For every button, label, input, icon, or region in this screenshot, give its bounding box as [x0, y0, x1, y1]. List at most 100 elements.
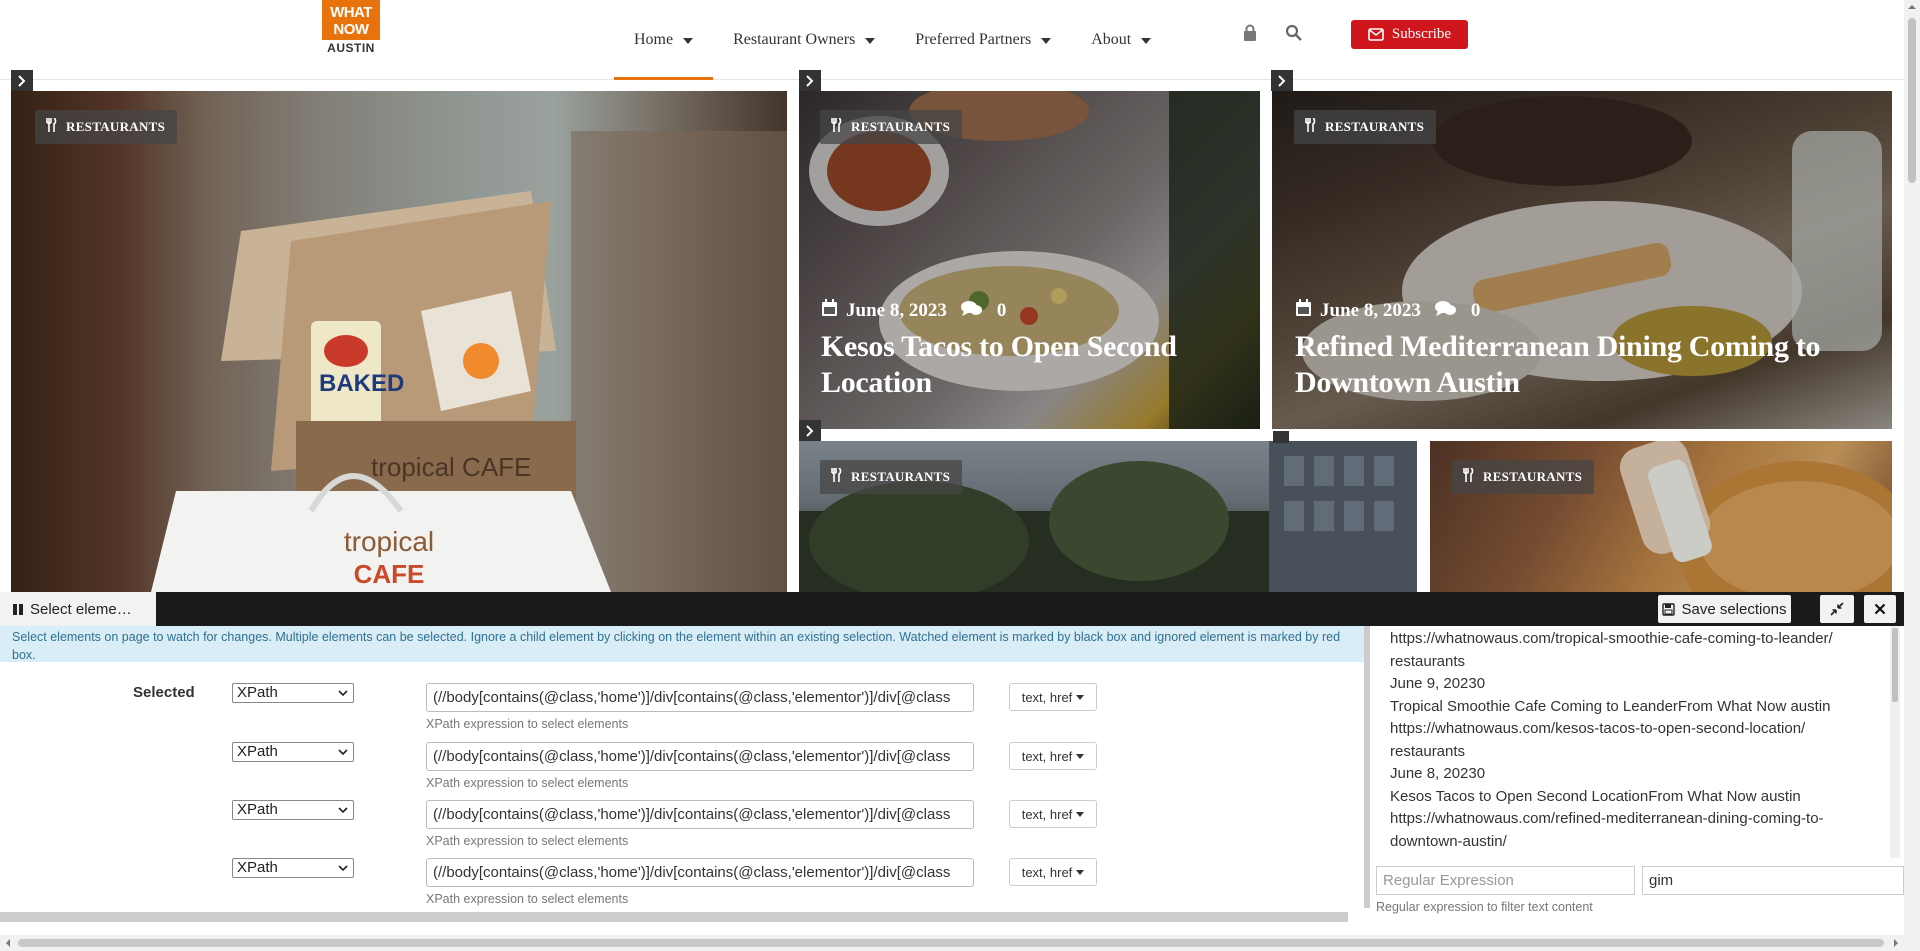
utensils-icon	[830, 467, 842, 486]
result-line: restaurants	[1390, 742, 1466, 760]
comment-count[interactable]: 0	[1471, 300, 1481, 322]
category-badge[interactable]: RESTAURANTS	[820, 110, 963, 144]
post-meta: June 8, 2023 0	[821, 299, 1006, 323]
selector-type-value: XPath	[237, 684, 278, 701]
article-card[interactable]: RESTAURANTS June 8, 2023 0 Refined Medit…	[1272, 91, 1892, 429]
category-badge[interactable]: RESTAURANTS	[1294, 110, 1437, 144]
category-label: RESTAURANTS	[1325, 119, 1425, 134]
logo-word-austin: AUSTIN	[327, 41, 375, 55]
card-image: BAKED tropical CAFE tropical CAFE	[11, 91, 787, 592]
selector-type-select[interactable]: XPath	[232, 683, 354, 703]
chevron-right-icon[interactable]	[1271, 70, 1293, 91]
search-icon[interactable]	[1285, 24, 1303, 44]
selector-type-value: XPath	[237, 743, 278, 760]
main-nav: Home Restaurant Owners Preferred Partner…	[614, 0, 1171, 80]
selector-type-select[interactable]: XPath	[232, 800, 354, 820]
xpath-input[interactable]: (//body[contains(@class,'home')]/div[con…	[426, 742, 974, 771]
chevron-right-icon[interactable]	[799, 420, 821, 441]
collapse-button[interactable]	[1820, 595, 1854, 623]
comments-icon	[960, 300, 983, 323]
nav-item-preferred-partners[interactable]: Preferred Partners	[895, 0, 1071, 80]
selector-type-select[interactable]: XPath	[232, 858, 354, 878]
close-icon	[1874, 603, 1886, 615]
caret-down-icon	[865, 38, 876, 44]
utensils-icon	[45, 117, 57, 136]
lock-icon[interactable]	[1243, 24, 1261, 44]
panel-horizontal-scrollbar[interactable]	[0, 912, 1348, 922]
article-card[interactable]: BAKED tropical CAFE tropical CAFE RESTAU…	[11, 91, 787, 592]
comments-icon	[1434, 300, 1457, 323]
scroll-right-arrow-icon[interactable]	[1890, 937, 1902, 949]
caret-down-icon	[1041, 38, 1052, 44]
comment-count[interactable]: 0	[997, 300, 1007, 322]
nav-item-restaurant-owners[interactable]: Restaurant Owners	[713, 0, 895, 80]
utensils-icon	[1304, 117, 1316, 136]
scroll-thumb[interactable]	[1892, 628, 1898, 702]
attributes-label: text, href	[1021, 864, 1073, 880]
category-label: RESTAURANTS	[851, 119, 951, 134]
caret-down-icon	[1076, 869, 1085, 875]
chevron-right-icon[interactable]	[799, 70, 821, 91]
nav-label: Restaurant Owners	[733, 31, 856, 48]
result-line: https://whatnowaus.com/kesos-tacos-to-op…	[1390, 720, 1806, 737]
xpath-help-text: XPath expression to select elements	[426, 834, 629, 848]
site-header: WHAT NOW AUSTIN Home Restaurant Owners P…	[0, 0, 1904, 80]
attributes-dropdown[interactable]: text, href	[1009, 742, 1097, 770]
compress-icon	[1830, 602, 1844, 616]
post-date[interactable]: June 8, 2023	[846, 300, 947, 322]
page-vertical-scrollbar[interactable]	[1904, 0, 1920, 935]
scroll-thumb[interactable]	[18, 939, 1884, 947]
attributes-dropdown[interactable]: text, href	[1009, 858, 1097, 886]
nav-label: Preferred Partners	[915, 31, 1032, 48]
caret-down-icon	[1076, 753, 1085, 759]
category-badge[interactable]: RESTAURANTS	[1452, 460, 1595, 494]
save-selections-button[interactable]: Save selections	[1658, 595, 1791, 623]
results-scrollbar[interactable]	[1890, 626, 1900, 858]
scroll-left-arrow-icon[interactable]	[2, 937, 14, 949]
panel-divider[interactable]	[1364, 626, 1370, 908]
close-button[interactable]	[1864, 595, 1896, 623]
xpath-input[interactable]: (//body[contains(@class,'home')]/div[con…	[426, 800, 974, 829]
regex-help-text: Regular expression to filter text conten…	[1376, 900, 1593, 914]
category-badge[interactable]: RESTAURANTS	[820, 460, 963, 494]
scroll-up-arrow-icon[interactable]	[1904, 0, 1920, 14]
nav-item-about[interactable]: About	[1071, 0, 1171, 80]
slider-handle[interactable]	[1273, 431, 1289, 443]
regex-flags-input[interactable]: gim	[1642, 866, 1904, 895]
post-meta: June 8, 2023 0	[1295, 299, 1480, 323]
nav-item-home[interactable]: Home	[614, 0, 714, 80]
subscribe-label: Subscribe	[1391, 26, 1452, 42]
calendar-icon	[1295, 299, 1312, 323]
article-card[interactable]: RESTAURANTS June 8, 2023 0 Kesos Tacos t…	[799, 91, 1260, 429]
scroll-thumb[interactable]	[1908, 18, 1916, 183]
category-label: RESTAURANTS	[1483, 469, 1583, 484]
results-preview: https://whatnowaus.com/tropical-smoothie…	[1374, 626, 1890, 858]
selector-type-select[interactable]: XPath	[232, 742, 354, 762]
site-logo[interactable]: WHAT NOW AUSTIN	[322, 0, 380, 68]
attributes-label: text, href	[1021, 748, 1073, 764]
nav-label: Home	[634, 31, 674, 48]
xpath-help-text: XPath expression to select elements	[426, 717, 629, 731]
utensils-icon	[1462, 467, 1474, 486]
attributes-dropdown[interactable]: text, href	[1009, 683, 1097, 711]
page-horizontal-scrollbar[interactable]	[0, 935, 1920, 951]
subscribe-button[interactable]: Subscribe	[1351, 20, 1468, 49]
logo-word-now: NOW	[333, 21, 369, 38]
article-card[interactable]: RESTAURANTS	[799, 441, 1417, 592]
calendar-icon	[821, 299, 838, 323]
save-selections-label: Save selections	[1681, 600, 1787, 618]
article-title[interactable]: Refined Mediterranean Dining Coming to D…	[1295, 329, 1875, 401]
post-date[interactable]: June 8, 2023	[1320, 300, 1421, 322]
bag-brand-text: tropical	[344, 526, 434, 557]
select-elements-toggle[interactable]: Select eleme…	[0, 592, 156, 626]
category-badge[interactable]: RESTAURANTS	[35, 110, 178, 144]
logo-word-what: WHAT	[330, 4, 372, 21]
regex-input[interactable]: Regular Expression	[1376, 866, 1635, 895]
article-card[interactable]: RESTAURANTS	[1430, 441, 1892, 592]
attributes-dropdown[interactable]: text, href	[1009, 800, 1097, 828]
chevron-right-icon[interactable]	[11, 70, 33, 91]
xpath-input[interactable]: (//body[contains(@class,'home')]/div[con…	[426, 683, 974, 712]
article-title[interactable]: Kesos Tacos to Open Second Location	[821, 329, 1241, 401]
utensils-icon	[830, 117, 842, 136]
xpath-input[interactable]: (//body[contains(@class,'home')]/div[con…	[426, 858, 974, 887]
